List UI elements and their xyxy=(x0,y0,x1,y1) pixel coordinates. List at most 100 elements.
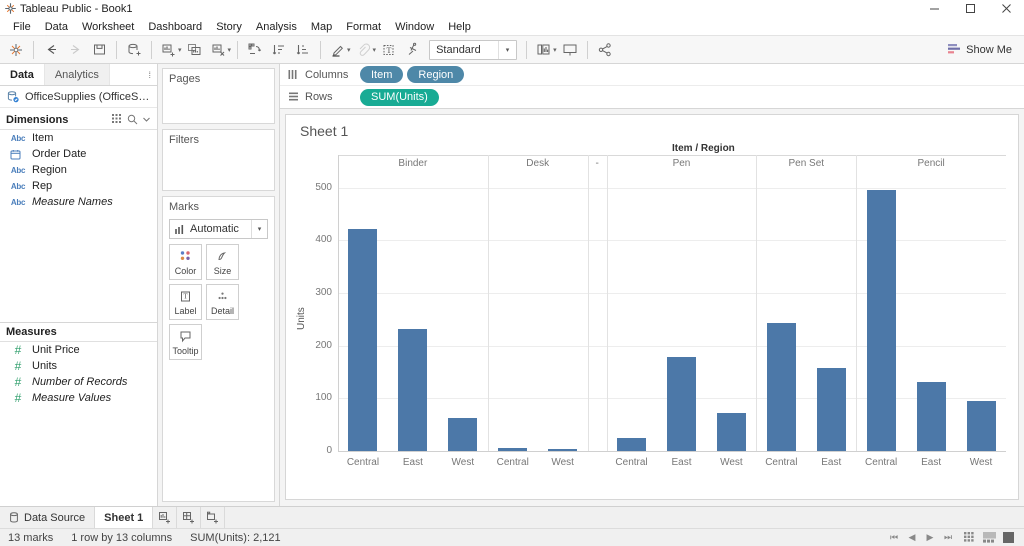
menu-file[interactable]: File xyxy=(6,18,38,36)
sort-ascending-icon[interactable] xyxy=(267,38,291,62)
show-me-button[interactable]: Show Me xyxy=(939,39,1020,61)
menu-data[interactable]: Data xyxy=(38,18,75,36)
menu-map[interactable]: Map xyxy=(304,18,339,36)
measure-field-units[interactable]: # Units xyxy=(0,358,157,374)
fit-dropdown-caret[interactable]: ▾ xyxy=(498,41,516,59)
presentation-mode-icon[interactable] xyxy=(558,38,582,62)
menu-worksheet[interactable]: Worksheet xyxy=(75,18,141,36)
tab-data[interactable]: Data xyxy=(0,64,45,85)
new-data-source-icon[interactable] xyxy=(122,38,146,62)
swap-rows-columns-icon[interactable] xyxy=(243,38,267,62)
chart-bar[interactable] xyxy=(448,418,477,451)
show-mark-labels-icon[interactable]: T xyxy=(377,38,401,62)
dimension-field-measure-names[interactable]: Abc Measure Names xyxy=(0,194,157,210)
new-dashboard-tab-icon[interactable] xyxy=(177,507,201,528)
measure-field-unit-price[interactable]: # Unit Price xyxy=(0,342,157,358)
tab-data-source[interactable]: Data Source xyxy=(0,507,95,528)
chart-bar[interactable] xyxy=(498,448,527,451)
maximize-button[interactable] xyxy=(952,0,988,18)
pill-region[interactable]: Region xyxy=(407,66,464,83)
pill-item[interactable]: Item xyxy=(360,66,403,83)
clear-sheet-icon[interactable] xyxy=(207,38,231,62)
filters-card[interactable]: Filters xyxy=(162,129,275,191)
chart-canvas[interactable]: Item / RegionUnits0100200300400500Binder… xyxy=(286,143,1018,499)
sort-descending-icon[interactable] xyxy=(291,38,315,62)
nav-next-button[interactable]: ▶ xyxy=(922,532,938,543)
chart-bar[interactable] xyxy=(348,229,377,451)
menu-window[interactable]: Window xyxy=(388,18,441,36)
y-axis-tick-label: 200 xyxy=(298,340,332,351)
abc-icon: Abc xyxy=(10,198,26,207)
chart-bar[interactable] xyxy=(717,413,746,451)
minimize-button[interactable] xyxy=(916,0,952,18)
search-icon[interactable] xyxy=(127,114,138,125)
share-workbook-icon[interactable] xyxy=(593,38,617,62)
dimension-field-order-date[interactable]: Order Date xyxy=(0,146,157,162)
chart-bar[interactable] xyxy=(867,190,896,451)
show-hide-cards-icon[interactable] xyxy=(532,38,556,62)
y-gridline xyxy=(338,188,1006,189)
menu-dashboard[interactable]: Dashboard xyxy=(141,18,209,36)
marks-size-button[interactable]: Size xyxy=(206,244,239,280)
data-source-item[interactable]: OfficeSupplies (OfficeSu... xyxy=(0,86,157,108)
mark-type-caret[interactable]: ▾ xyxy=(251,220,267,238)
back-arrow-icon[interactable] xyxy=(39,38,63,62)
pill-sum-units[interactable]: SUM(Units) xyxy=(360,89,439,106)
group-by-icon[interactable] xyxy=(112,114,123,125)
pages-card[interactable]: Pages xyxy=(162,68,275,124)
nav-last-button[interactable]: ⏭ xyxy=(940,532,956,543)
dimension-label: Measure Names xyxy=(32,196,113,208)
number-icon: # xyxy=(10,391,26,405)
marks-color-button[interactable]: Color xyxy=(169,244,202,280)
abc-icon: Abc xyxy=(10,134,26,143)
dimension-field-rep[interactable]: Abc Rep xyxy=(0,178,157,194)
menu-help[interactable]: Help xyxy=(441,18,478,36)
chart-bar[interactable] xyxy=(967,401,996,451)
fit-dropdown[interactable]: Standard ▾ xyxy=(429,40,517,60)
marks-tooltip-button[interactable]: Tooltip xyxy=(169,324,202,360)
detail-icon xyxy=(215,289,230,305)
new-worksheet-icon[interactable] xyxy=(157,38,181,62)
fix-axes-icon[interactable] xyxy=(401,38,425,62)
columns-shelf[interactable]: Columns Item Region xyxy=(280,64,1024,86)
new-story-tab-icon[interactable] xyxy=(201,507,225,528)
item-column-separator xyxy=(756,155,757,451)
single-view-icon[interactable] xyxy=(1000,531,1016,544)
chevron-down-icon[interactable] xyxy=(142,115,151,124)
nav-first-button[interactable]: ⏮ xyxy=(886,532,902,543)
chart-bar[interactable] xyxy=(917,382,946,451)
save-icon[interactable] xyxy=(87,38,111,62)
tab-analytics[interactable]: Analytics xyxy=(45,64,110,85)
rows-shelf[interactable]: Rows SUM(Units) xyxy=(280,86,1024,108)
filmstrip-view-icon[interactable] xyxy=(981,531,997,544)
chart-bar[interactable] xyxy=(398,329,427,451)
pane-grip-icon[interactable]: ⁞ xyxy=(142,64,157,85)
highlight-icon[interactable] xyxy=(326,38,350,62)
chart-bar[interactable] xyxy=(817,368,846,451)
dimension-field-item[interactable]: Abc Item xyxy=(0,130,157,146)
tab-sheet-1[interactable]: Sheet 1 xyxy=(95,507,153,528)
nav-prev-button[interactable]: ◀ xyxy=(904,532,920,543)
close-button[interactable] xyxy=(988,0,1024,18)
chart-bar[interactable] xyxy=(667,357,696,451)
grid-view-icon[interactable] xyxy=(962,531,978,544)
duplicate-sheet-icon[interactable] xyxy=(183,38,207,62)
group-members-icon[interactable] xyxy=(352,38,376,62)
fit-value: Standard xyxy=(430,44,498,56)
chart-bar[interactable] xyxy=(767,323,796,451)
forward-arrow-icon[interactable] xyxy=(63,38,87,62)
mark-type-dropdown[interactable]: Automatic ▾ xyxy=(169,219,268,239)
menu-format[interactable]: Format xyxy=(339,18,388,36)
marks-detail-button[interactable]: Detail xyxy=(206,284,239,320)
tableau-home-icon[interactable] xyxy=(4,38,28,62)
calendar-icon xyxy=(10,149,26,160)
measure-field-number-of-records[interactable]: # Number of Records xyxy=(0,374,157,390)
chart-bar[interactable] xyxy=(617,438,646,451)
dimension-field-region[interactable]: Abc Region xyxy=(0,162,157,178)
measure-field-measure-values[interactable]: # Measure Values xyxy=(0,390,157,406)
menu-analysis[interactable]: Analysis xyxy=(249,18,304,36)
new-worksheet-tab-icon[interactable] xyxy=(153,507,177,528)
chart-bar[interactable] xyxy=(548,449,577,451)
menu-story[interactable]: Story xyxy=(209,18,249,36)
marks-label-button[interactable]: T Label xyxy=(169,284,202,320)
